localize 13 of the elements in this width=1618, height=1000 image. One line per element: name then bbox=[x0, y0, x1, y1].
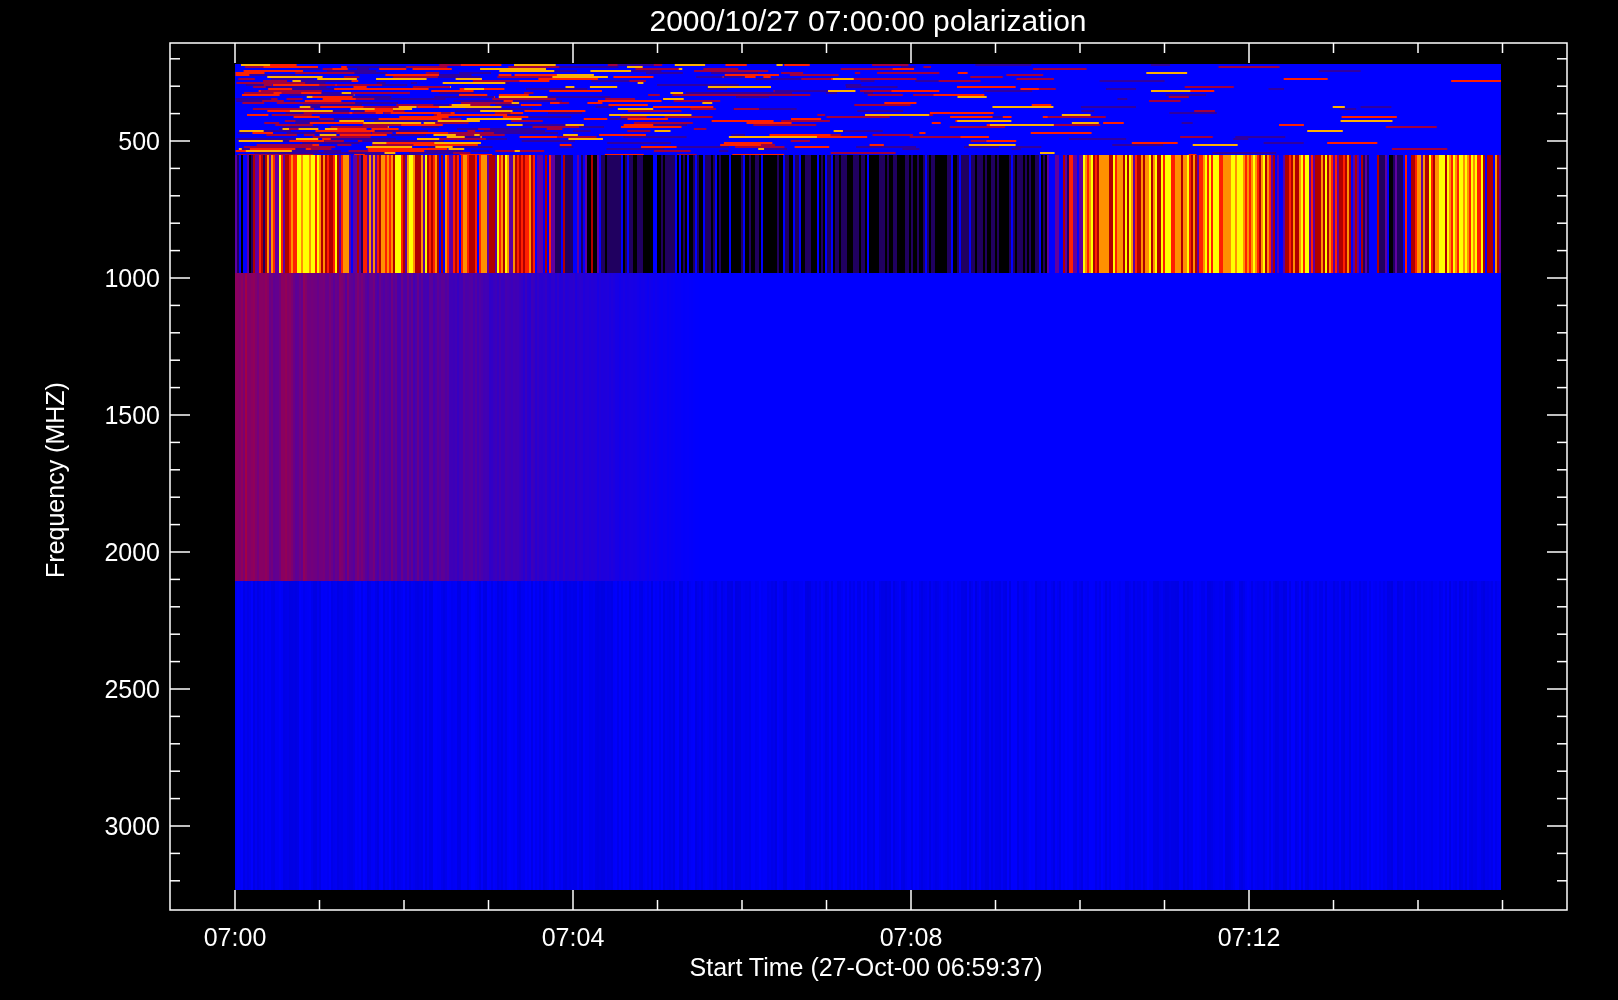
axis-label: Start Time (27-Oct-00 06:59:37) bbox=[689, 953, 1043, 981]
tick-label: 2500 bbox=[104, 675, 160, 703]
tick-label: 2000 bbox=[104, 538, 160, 566]
axis-label: Frequency (MHZ) bbox=[41, 382, 69, 578]
tick-label: 1500 bbox=[104, 401, 160, 429]
tick-label: 3000 bbox=[104, 812, 160, 840]
tick-label: 07:04 bbox=[541, 923, 605, 951]
tick-label: 500 bbox=[118, 127, 160, 155]
tick-label: 07:12 bbox=[1217, 923, 1281, 951]
plot-title: 2000/10/27 07:00:00 polarization bbox=[649, 4, 1087, 37]
tick-label: 1000 bbox=[104, 264, 160, 292]
tick-label: 07:00 bbox=[203, 923, 267, 951]
tick-label: 07:08 bbox=[879, 923, 943, 951]
